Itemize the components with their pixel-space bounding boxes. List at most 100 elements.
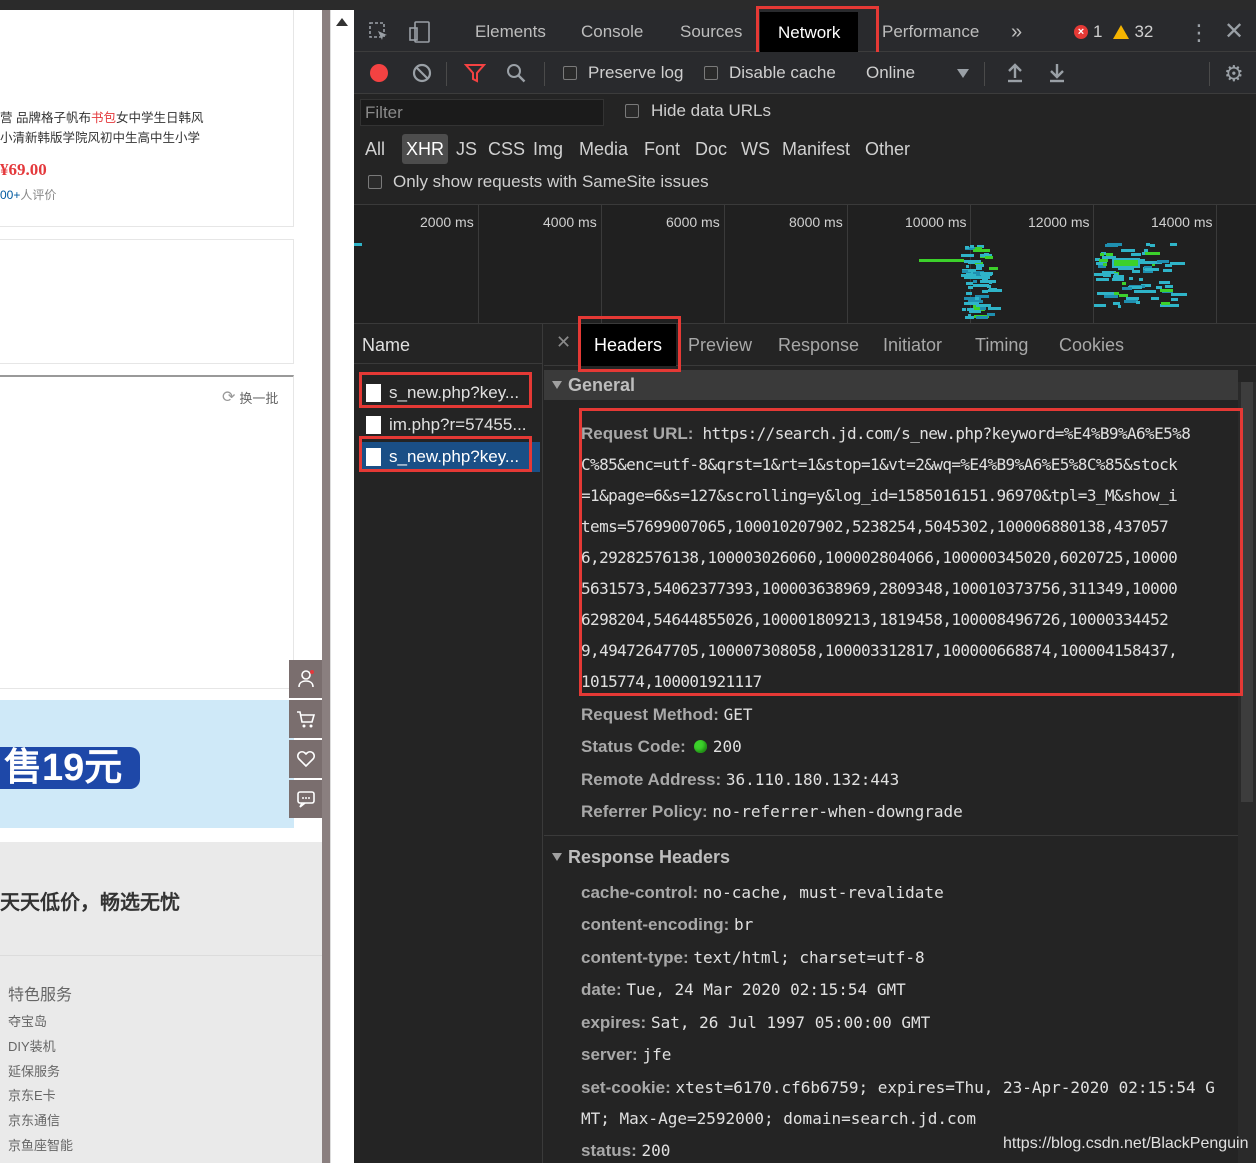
type-filter-xhr[interactable]: XHR bbox=[402, 134, 449, 164]
type-filter-css[interactable]: CSS bbox=[488, 134, 525, 164]
samesite-checkbox[interactable] bbox=[368, 175, 382, 189]
tab-sources[interactable]: Sources bbox=[680, 10, 742, 52]
service-link[interactable]: 京东通信 bbox=[8, 1110, 73, 1135]
refresh-icon: ⟳ bbox=[222, 389, 236, 406]
issues-counter[interactable]: × 1 32 bbox=[1074, 22, 1153, 42]
tab-initiator[interactable]: Initiator bbox=[883, 324, 942, 366]
waterfall-bar bbox=[984, 256, 993, 260]
service-link[interactable]: 京东E卡 bbox=[8, 1085, 73, 1110]
waterfall-bar bbox=[965, 265, 969, 269]
kebab-menu-icon[interactable]: ⋮ bbox=[1188, 20, 1210, 46]
device-toolbar-icon[interactable] bbox=[408, 20, 432, 44]
general-section-header[interactable]: General bbox=[544, 370, 1238, 400]
waterfall-bar bbox=[960, 254, 974, 258]
toolbar-separator bbox=[544, 62, 545, 86]
waterfall-bar bbox=[1171, 292, 1188, 296]
waterfall-bar bbox=[1113, 272, 1118, 276]
type-filter-media[interactable]: Media bbox=[579, 134, 628, 164]
waterfall-bar bbox=[972, 259, 981, 263]
hide-data-urls-label: Hide data URLs bbox=[651, 101, 772, 120]
scroll-up-arrow-icon[interactable] bbox=[336, 18, 348, 26]
type-filter-img[interactable]: Img bbox=[533, 134, 563, 164]
request-method: Request Method: GET bbox=[581, 705, 753, 724]
waterfall-bar bbox=[976, 263, 984, 267]
response-header-row: date: Tue, 24 Mar 2020 02:15:54 GMT bbox=[581, 980, 906, 999]
waterfall-bar bbox=[973, 248, 990, 252]
highlight-headers-tab bbox=[578, 316, 681, 372]
waterfall-bar bbox=[1098, 258, 1109, 262]
type-filter-all[interactable]: All bbox=[365, 134, 385, 164]
network-overview[interactable]: 2000 ms 4000 ms 6000 ms 8000 ms 10000 ms… bbox=[354, 204, 1256, 325]
promo-banner[interactable]: 售19元 bbox=[0, 700, 294, 828]
waterfall-bar bbox=[988, 288, 997, 292]
waterfall-bar bbox=[1144, 283, 1151, 287]
type-filter-js[interactable]: JS bbox=[456, 134, 477, 164]
page-scrollbar[interactable] bbox=[322, 10, 330, 1163]
tab-response[interactable]: Response bbox=[778, 324, 859, 366]
type-filter-other[interactable]: Other bbox=[865, 134, 910, 164]
clear-icon[interactable] bbox=[411, 62, 433, 84]
user-tool-button[interactable] bbox=[289, 660, 322, 698]
service-link[interactable]: 京鱼座智能 bbox=[8, 1135, 73, 1160]
waterfall-bar bbox=[1121, 286, 1133, 290]
name-column-header[interactable]: Name bbox=[354, 324, 543, 364]
export-har-icon[interactable] bbox=[1046, 61, 1068, 83]
waterfall-bar bbox=[988, 267, 998, 271]
preserve-log-checkbox[interactable] bbox=[563, 66, 577, 80]
waterfall-bar bbox=[1144, 267, 1160, 271]
timeline-tick-label: 4000 ms bbox=[543, 214, 597, 230]
browser-scrollbar[interactable] bbox=[330, 10, 354, 1163]
product-price: ¥69.00 bbox=[0, 160, 47, 179]
waterfall-bar bbox=[1160, 289, 1174, 293]
close-devtools-icon[interactable]: ✕ bbox=[1224, 17, 1244, 46]
close-icon[interactable]: ✕ bbox=[556, 332, 571, 353]
service-link[interactable]: DIY装机 bbox=[8, 1036, 73, 1061]
type-filter-manifest[interactable]: Manifest bbox=[782, 134, 850, 164]
tab-console[interactable]: Console bbox=[581, 10, 643, 52]
footer-slogan: 天天低价，畅选无忧 bbox=[0, 892, 180, 914]
services-title: 特色服务 bbox=[8, 987, 73, 1004]
product-title[interactable]: 营 品牌格子帆布书包女中学生日韩风 小清新韩版学院风初中生高中生小学 bbox=[0, 108, 240, 148]
waterfall-bar bbox=[1117, 304, 1121, 308]
response-header-row: expires: Sat, 26 Jul 1997 05:00:00 GMT bbox=[581, 1013, 931, 1032]
tab-cookies[interactable]: Cookies bbox=[1059, 324, 1124, 366]
waterfall-bar bbox=[1138, 261, 1154, 265]
filter-input[interactable]: Filter bbox=[360, 99, 604, 126]
waterfall-bar bbox=[979, 307, 986, 311]
waterfall-bar bbox=[1136, 301, 1141, 305]
tab-timing[interactable]: Timing bbox=[975, 324, 1028, 366]
response-headers-section-header[interactable]: Response Headers bbox=[544, 842, 1238, 872]
chevron-down-icon[interactable] bbox=[957, 69, 969, 78]
disable-cache-checkbox[interactable] bbox=[704, 66, 718, 80]
cart-tool-button[interactable] bbox=[289, 700, 322, 738]
gear-icon[interactable]: ⚙ bbox=[1224, 61, 1244, 87]
tab-elements[interactable]: Elements bbox=[475, 10, 546, 52]
import-har-icon[interactable] bbox=[1004, 61, 1026, 83]
type-filter-font[interactable]: Font bbox=[644, 134, 680, 164]
waterfall-bar bbox=[965, 245, 970, 249]
refresh-batch-button[interactable]: ⟳ 换一批 bbox=[222, 387, 278, 407]
more-tabs-button[interactable]: » bbox=[1011, 10, 1022, 52]
record-icon[interactable] bbox=[370, 64, 388, 82]
waterfall-bar bbox=[984, 273, 989, 277]
filter-icon[interactable] bbox=[464, 62, 486, 84]
type-filter-ws[interactable]: WS bbox=[741, 134, 770, 164]
waterfall-bar bbox=[966, 282, 974, 286]
highlight-request-url bbox=[579, 408, 1243, 696]
chat-tool-button[interactable] bbox=[289, 780, 322, 818]
search-icon[interactable] bbox=[505, 62, 527, 84]
waterfall-bar bbox=[354, 243, 362, 246]
service-link[interactable]: 夺宝岛 bbox=[8, 1011, 73, 1036]
product-reviews[interactable]: 00+人评价 bbox=[0, 186, 56, 203]
response-header-row: set-cookie: xtest=6170.cf6b6759; expires… bbox=[581, 1078, 1215, 1097]
throttling-select[interactable]: Online bbox=[866, 63, 915, 83]
hide-data-urls-checkbox[interactable] bbox=[625, 104, 639, 118]
waterfall-bar bbox=[1172, 243, 1177, 247]
favorite-tool-button[interactable] bbox=[289, 740, 322, 778]
inspect-element-icon[interactable] bbox=[368, 21, 390, 43]
user-icon bbox=[297, 670, 314, 688]
type-filter-doc[interactable]: Doc bbox=[695, 134, 727, 164]
tab-preview[interactable]: Preview bbox=[688, 324, 752, 366]
service-link[interactable]: 延保服务 bbox=[8, 1061, 73, 1086]
tab-performance[interactable]: Performance bbox=[882, 10, 979, 52]
